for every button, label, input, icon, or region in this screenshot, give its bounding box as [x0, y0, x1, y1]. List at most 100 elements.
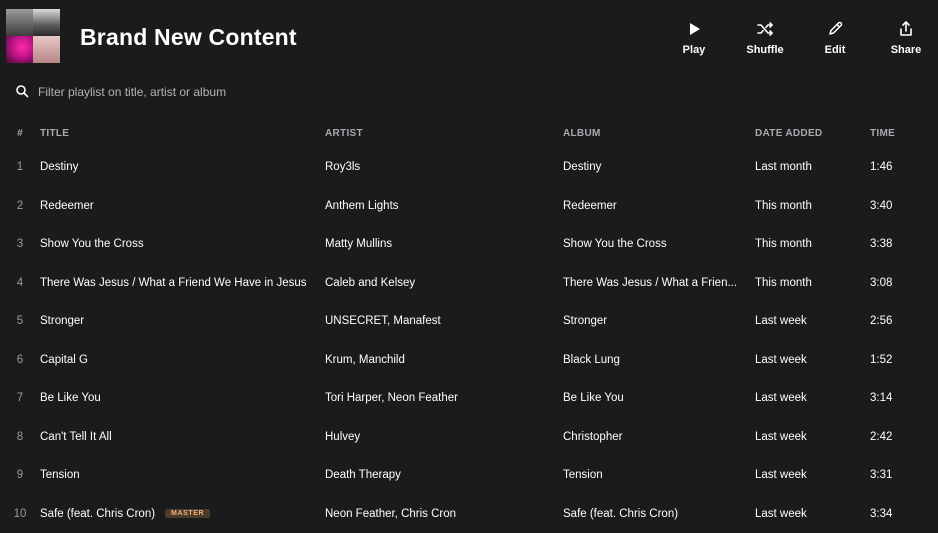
column-header-album[interactable]: ALBUM — [563, 128, 743, 139]
track-row[interactable]: 7 Be Like You Tori Harper, Neon Feather Be … — [0, 380, 938, 418]
track-artist[interactable]: Caleb and Kelsey — [325, 277, 555, 289]
track-duration-text: 2:42 — [870, 431, 893, 443]
track-title-text: Tension — [40, 469, 80, 481]
track-row[interactable]: 8 Can't Tell It All Hulvey Christopher Last … — [0, 419, 938, 457]
track-row[interactable]: 2 Redeemer Anthem Lights Redeemer This month… — [0, 188, 938, 226]
playlist-title: Brand New Content — [80, 24, 297, 50]
track-duration: 3:14 — [870, 392, 910, 404]
track-number-text: 8 — [16, 431, 24, 443]
column-header-time[interactable]: TIME — [870, 128, 910, 139]
track-artist-text: Anthem Lights — [325, 200, 399, 212]
track-row[interactable]: 9 Tension Death Therapy Tension Last week 3:3… — [0, 457, 938, 495]
track-title-text: Safe (feat. Chris Cron) — [40, 508, 156, 520]
track-title[interactable]: Redeemer — [40, 200, 315, 212]
track-artist[interactable]: Tori Harper, Neon Feather — [325, 392, 555, 404]
track-number: 8 — [10, 431, 30, 443]
track-date-added: Last week — [755, 315, 860, 327]
track-artist-text: Neon Feather, Chris Cron — [325, 508, 457, 520]
track-artist[interactable]: Death Therapy — [325, 469, 555, 481]
track-row[interactable]: 4 There Was Jesus / What a Friend We Have… — [0, 265, 938, 303]
column-header-artist[interactable]: ARTIST — [325, 128, 555, 139]
track-album[interactable]: Be Like You — [563, 392, 743, 404]
track-number-text: 6 — [16, 354, 24, 366]
track-album-text: Black Lung — [563, 354, 620, 366]
track-duration-text: 3:38 — [870, 238, 893, 250]
track-title[interactable]: Be Like You — [40, 392, 315, 404]
track-title[interactable]: Safe (feat. Chris Cron) MASTER — [40, 508, 315, 520]
play-button[interactable]: Play — [664, 18, 724, 56]
track-row[interactable]: 10 Safe (feat. Chris Cron) MASTER Neon Feat… — [0, 496, 938, 533]
play-label: Play — [682, 44, 706, 56]
track-title-text: Show You the Cross — [40, 238, 144, 250]
track-title[interactable]: Capital G — [40, 354, 315, 366]
track-artist[interactable]: UNSECRET, Manafest — [325, 315, 555, 327]
track-row[interactable]: 1 Destiny Roy3ls Destiny Last month 1:46 — [0, 149, 938, 187]
track-date-added-text: Last week — [755, 392, 807, 404]
track-album[interactable]: Destiny — [563, 161, 743, 173]
track-date-added: This month — [755, 277, 860, 289]
shuffle-label: Shuffle — [746, 44, 784, 56]
playlist-header: Brand New Content Play Shuffle Edit Shar… — [0, 0, 938, 72]
track-album[interactable]: Safe (feat. Chris Cron) — [563, 508, 743, 520]
cover-tile — [6, 9, 33, 36]
track-artist-text: Tori Harper, Neon Feather — [325, 392, 458, 404]
track-date-added-text: Last week — [755, 354, 807, 366]
column-header-number[interactable]: # — [10, 128, 30, 139]
track-row[interactable]: 5 Stronger UNSECRET, Manafest Stronger Last … — [0, 303, 938, 341]
track-title-text: Redeemer — [40, 200, 94, 212]
track-duration: 3:34 — [870, 508, 910, 520]
track-artist[interactable]: Krum, Manchild — [325, 354, 555, 366]
track-title-text: Be Like You — [40, 392, 101, 404]
track-date-added-text: Last week — [755, 431, 807, 443]
track-artist[interactable]: Hulvey — [325, 431, 555, 443]
track-title[interactable]: Tension — [40, 469, 315, 481]
playlist-filter — [0, 78, 938, 104]
track-album-text: Tension — [563, 469, 603, 481]
track-album[interactable]: Stronger — [563, 315, 743, 327]
track-duration-text: 1:52 — [870, 354, 893, 366]
track-artist-text: Krum, Manchild — [325, 354, 405, 366]
track-album-text: Redeemer — [563, 200, 617, 212]
track-album[interactable]: Christopher — [563, 431, 743, 443]
track-artist[interactable]: Matty Mullins — [325, 238, 555, 250]
track-album[interactable]: There Was Jesus / What a Frien... — [563, 277, 743, 289]
edit-label: Edit — [824, 44, 846, 56]
track-album[interactable]: Black Lung — [563, 354, 743, 366]
track-album[interactable]: Tension — [563, 469, 743, 481]
filter-input[interactable] — [36, 80, 440, 104]
track-duration-text: 3:14 — [870, 392, 893, 404]
track-duration: 3:40 — [870, 200, 910, 212]
column-header-title[interactable]: TITLE — [40, 128, 315, 139]
track-duration: 2:56 — [870, 315, 910, 327]
track-title[interactable]: Destiny — [40, 161, 315, 173]
track-album[interactable]: Redeemer — [563, 200, 743, 212]
track-date-added-text: Last week — [755, 508, 807, 520]
track-date-added-text: This month — [755, 238, 812, 250]
track-title[interactable]: Can't Tell It All — [40, 431, 315, 443]
share-button[interactable]: Share — [876, 18, 936, 56]
play-icon — [664, 18, 724, 40]
column-header-date-added[interactable]: DATE ADDED — [755, 128, 860, 139]
track-title[interactable]: Stronger — [40, 315, 315, 327]
track-title-text: Capital G — [40, 354, 88, 366]
track-artist[interactable]: Roy3ls — [325, 161, 555, 173]
track-date-added: Last month — [755, 161, 860, 173]
track-number-text: 10 — [13, 508, 27, 520]
track-artist[interactable]: Anthem Lights — [325, 200, 555, 212]
track-row[interactable]: 6 Capital G Krum, Manchild Black Lung Last w… — [0, 342, 938, 380]
track-row[interactable]: 3 Show You the Cross Matty Mullins Show You… — [0, 226, 938, 264]
track-artist[interactable]: Neon Feather, Chris Cron — [325, 508, 555, 520]
track-date-added-text: This month — [755, 200, 812, 212]
track-title[interactable]: There Was Jesus / What a Friend We Have … — [40, 277, 315, 289]
track-duration: 1:46 — [870, 161, 910, 173]
table-header: # TITLE ARTIST ALBUM DATE ADDED TIME — [0, 128, 938, 142]
edit-button[interactable]: Edit — [805, 18, 865, 56]
track-number-text: 4 — [16, 277, 24, 289]
shuffle-button[interactable]: Shuffle — [735, 18, 795, 56]
track-duration: 3:31 — [870, 469, 910, 481]
track-duration-text: 1:46 — [870, 161, 893, 173]
track-date-added-text: This month — [755, 277, 812, 289]
track-album[interactable]: Show You the Cross — [563, 238, 743, 250]
track-title[interactable]: Show You the Cross — [40, 238, 315, 250]
track-number: 10 — [10, 508, 30, 520]
